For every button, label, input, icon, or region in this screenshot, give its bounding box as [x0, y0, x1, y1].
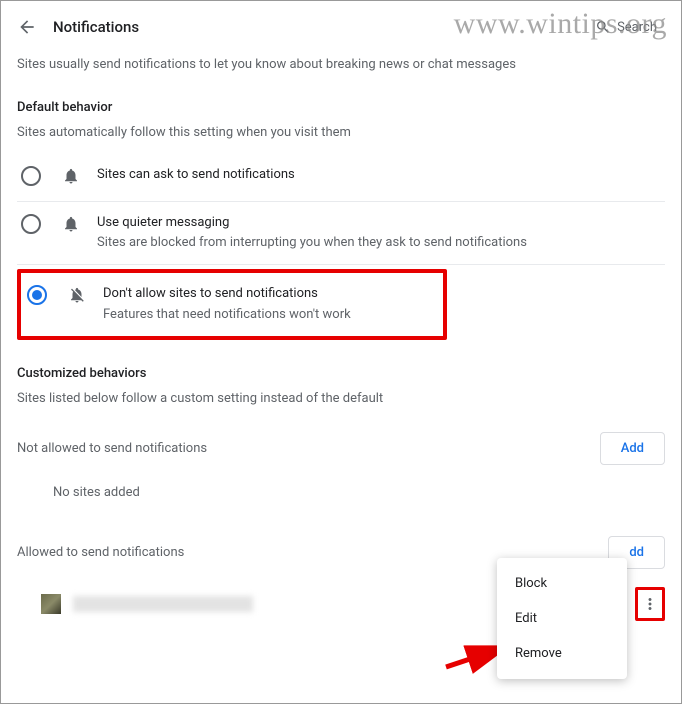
radio-unselected[interactable] [21, 166, 41, 186]
option-label: Use quieter messaging [97, 214, 665, 232]
highlighted-more-button [635, 587, 665, 621]
radio-unselected[interactable] [21, 214, 41, 234]
highlighted-option: Don't allow sites to send notifications … [17, 269, 447, 339]
search-placeholder: Search [617, 20, 657, 35]
allowed-title: Allowed to send notifications [17, 545, 184, 560]
menu-item-edit[interactable]: Edit [497, 601, 627, 636]
option-dont-allow[interactable]: Don't allow sites to send notifications … [23, 277, 441, 331]
bell-icon [61, 167, 81, 185]
back-button[interactable] [17, 17, 37, 37]
context-menu: Block Edit Remove [497, 558, 627, 679]
default-behavior-title: Default behavior [17, 100, 665, 115]
more-vert-icon [641, 595, 659, 613]
arrow-left-icon [17, 17, 37, 37]
search-icon [595, 19, 611, 35]
not-allowed-empty: No sites added [17, 475, 665, 510]
not-allowed-title: Not allowed to send notifications [17, 441, 207, 456]
site-name-blurred [73, 596, 253, 612]
more-options-button[interactable] [638, 588, 662, 620]
radio-selected[interactable] [27, 285, 47, 305]
bell-off-icon [67, 286, 87, 304]
option-label: Don't allow sites to send notifications [103, 285, 441, 303]
option-label: Sites can ask to send notifications [97, 166, 665, 184]
page-title: Notifications [53, 18, 139, 36]
option-sub: Features that need notifications won't w… [103, 306, 441, 324]
search-field[interactable]: Search [595, 19, 657, 35]
intro-text: Sites usually send notifications to let … [17, 57, 665, 72]
option-quieter-messaging[interactable]: Use quieter messaging Sites are blocked … [17, 202, 665, 265]
bell-icon [61, 215, 81, 233]
add-not-allowed-button[interactable]: Add [600, 432, 665, 465]
option-sub: Sites are blocked from interrupting you … [97, 234, 665, 252]
site-favicon [41, 594, 61, 614]
menu-item-block[interactable]: Block [497, 566, 627, 601]
customized-subtitle: Sites listed below follow a custom setti… [17, 391, 665, 406]
default-behavior-subtitle: Sites automatically follow this setting … [17, 125, 665, 140]
option-sites-can-ask[interactable]: Sites can ask to send notifications [17, 154, 665, 202]
menu-item-remove[interactable]: Remove [497, 636, 627, 671]
customized-title: Customized behaviors [17, 366, 665, 381]
